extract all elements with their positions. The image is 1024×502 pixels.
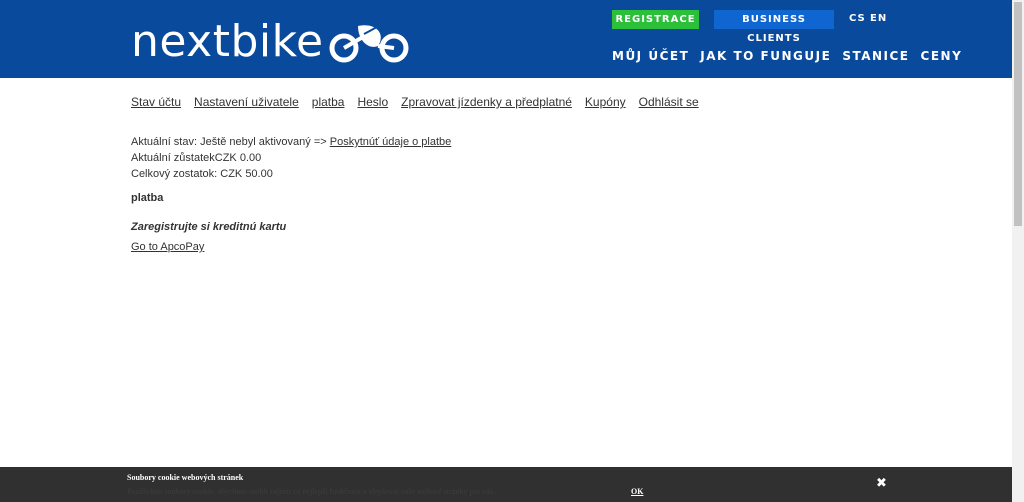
nav-stanice[interactable]: STANICE	[842, 49, 909, 63]
status-line: Aktuální stav: Ještě nebyl aktivovaný =>…	[131, 134, 451, 150]
cookie-title: Soubory cookie webových stránek	[127, 473, 244, 482]
status-text: Aktuální stav: Ještě nebyl aktivovaný =>	[131, 136, 330, 148]
current-balance: Aktuální zůstatekCZK 0.00	[131, 152, 262, 164]
subnav-kupony[interactable]: Kupóny	[585, 95, 626, 109]
subnav-stav-uctu[interactable]: Stav účtu	[131, 95, 181, 109]
cookie-banner: Soubory cookie webových stránek Používám…	[0, 467, 1012, 502]
account-subnav: Stav účtu Nastavení uživatele platba Hes…	[131, 95, 712, 109]
nav-jak-to-funguje[interactable]: JAK TO FUNGUJE	[700, 49, 831, 63]
payment-heading: platba	[131, 192, 164, 204]
register-card-heading: Zaregistrujte si kreditnú kartu	[131, 221, 287, 233]
apcopay-link[interactable]: Go to ApcoPay	[131, 239, 451, 255]
payment-details-link[interactable]: Poskytnúť údaje o platbe	[330, 136, 452, 148]
subnav-odhlasit-se[interactable]: Odhlásit se	[639, 95, 699, 109]
registrace-button[interactable]: REGISTRACE	[612, 10, 699, 29]
cookie-text: Používáme soubory cookie, abychom mohli …	[127, 487, 495, 496]
main-nav: MŮJ ÚČET JAK TO FUNGUJE STANICE CENY	[612, 49, 973, 63]
lang-en-link[interactable]: EN	[870, 13, 887, 24]
subnav-heslo[interactable]: Heslo	[357, 95, 388, 109]
subnav-nastaveni-uzivatele[interactable]: Nastavení uživatele	[194, 95, 299, 109]
lang-cs-link[interactable]: CS	[849, 13, 866, 24]
subnav-zpravovat-jizdenky[interactable]: Zpravovat jízdenky a předplatné	[401, 95, 572, 109]
scrollbar-thumb[interactable]	[1014, 2, 1022, 226]
total-balance: Celkový zostatok: CZK 50.00	[131, 168, 273, 180]
subnav-platba[interactable]: platba	[312, 95, 345, 109]
account-content: Aktuální stav: Ještě nebyl aktivovaný =>…	[131, 134, 451, 255]
bike-leaf-icon	[329, 23, 409, 63]
nav-ceny[interactable]: CENY	[921, 49, 963, 63]
nextbike-logo[interactable]: nextbike	[131, 16, 412, 64]
business-clients-button[interactable]: BUSINESS CLIENTS	[714, 10, 834, 44]
close-icon[interactable]: ✖	[876, 477, 887, 490]
site-header: nextbike REGISTRACE BUSINESS CLIENTS CS …	[0, 0, 1012, 78]
cookie-ok-link[interactable]: OK	[631, 487, 643, 496]
nav-muj-ucet[interactable]: MŮJ ÚČET	[612, 49, 689, 63]
page-scrollbar[interactable]	[1012, 0, 1024, 502]
logo-text: nextbike	[131, 16, 324, 67]
